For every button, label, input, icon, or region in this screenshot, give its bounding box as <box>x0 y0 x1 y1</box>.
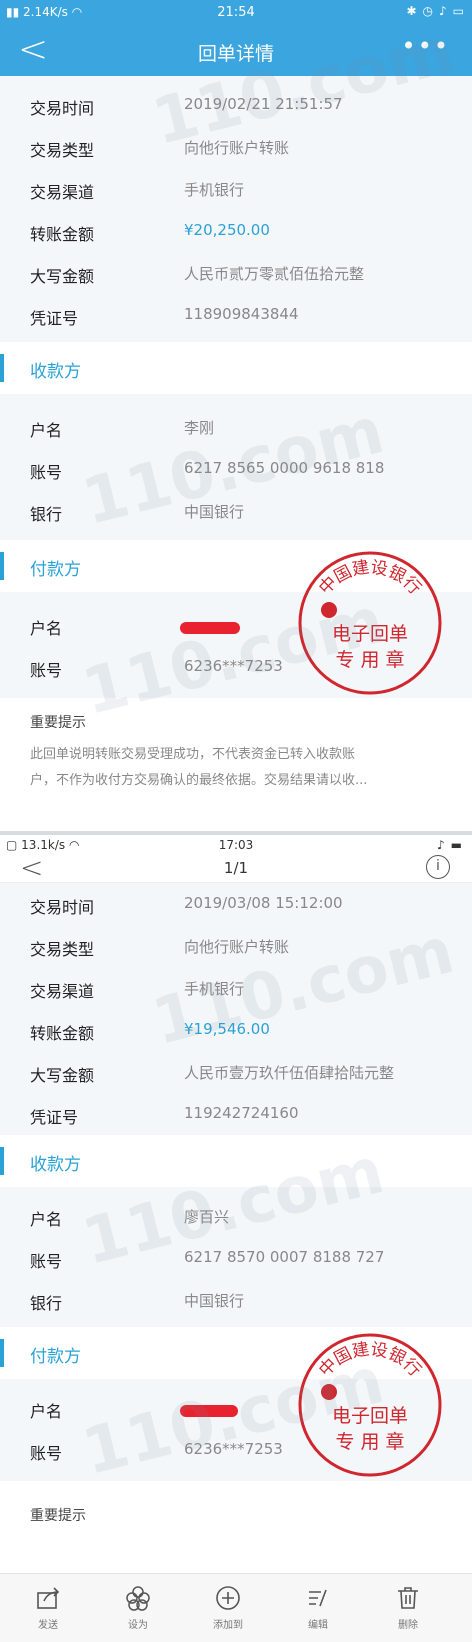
detail-row: 转账金额 ¥20,250.00 <box>30 221 270 244</box>
info-icon[interactable]: i <box>426 855 450 879</box>
mute-icon: ♪ <box>438 4 447 18</box>
more-icon[interactable]: ••• <box>402 32 450 60</box>
redaction-mark <box>180 1405 238 1417</box>
payee-section-header: 收款方 <box>0 342 472 394</box>
add-circle-icon <box>216 1586 240 1610</box>
detail-row: 交易渠道 手机银行 <box>30 181 245 202</box>
share-icon <box>37 1587 60 1609</box>
transfer-amount: ¥20,250.00 <box>184 221 270 239</box>
bottom-toolbar: 发送 设为 添加到 编辑 删除 <box>0 1573 472 1642</box>
svg-text:电子回单: 电子回单 <box>332 623 408 645</box>
detail-row: 凭证号 118909843844 <box>30 305 299 328</box>
set-as-button[interactable]: 设为 <box>108 1584 168 1631</box>
detail-row: 交易类型 向他行账户转账 <box>30 938 290 959</box>
detail-row: 大写金额 人民币贰万零贰佰伍拾元整 <box>30 265 365 286</box>
receipt-panel-1: 交易时间 2019/02/21 21:51:57 交易类型 向他行账户转账 交易渠道… <box>0 76 472 831</box>
detail-row: 凭证号 119242724160 <box>30 1104 299 1127</box>
page-counter: 1/1 <box>223 859 249 877</box>
detail-row: 大写金额 人民币壹万玖仟伍佰肆拾陆元整 <box>30 1064 395 1085</box>
alarm-icon: ◷ <box>422 4 433 18</box>
edit-button[interactable]: 编辑 <box>288 1584 348 1631</box>
detail-row: 户名 廖百兴 <box>30 1208 230 1229</box>
svg-text:专 用 章: 专 用 章 <box>335 649 404 671</box>
mute-icon: ♪ <box>436 838 445 852</box>
send-button[interactable]: 发送 <box>18 1584 78 1631</box>
status-bar-2: ▢ 13.1k/s ◠ 17:03 ♪ ▬ <box>0 835 472 855</box>
payee-section-header: 收款方 <box>0 1135 472 1187</box>
detail-row: 户名 李刚 <box>30 419 215 440</box>
detail-row: 交易类型 向他行账户转账 <box>30 139 290 160</box>
add-to-button[interactable]: 添加到 <box>198 1584 258 1631</box>
redaction-mark <box>180 622 240 634</box>
detail-row: 交易时间 2019/02/21 21:51:57 <box>30 95 343 118</box>
detail-row: 交易渠道 手机银行 <box>30 980 245 1001</box>
bank-seal-stamp: 中国建设银行 电子回单 专 用 章 <box>298 551 442 695</box>
svg-text:专 用 章: 专 用 章 <box>335 1431 404 1453</box>
detail-row: 银行 中国银行 <box>30 503 245 524</box>
svg-text:电子回单: 电子回单 <box>332 1405 408 1427</box>
trash-icon <box>398 1587 418 1609</box>
important-notice: 重要提示 此回单说明转账交易受理成功，不代表资金已转入收款账 户，不作为收付方交… <box>0 698 472 831</box>
clock: 21:54 <box>217 5 255 20</box>
bank-seal-stamp: 中国建设银行 电子回单 专 用 章 <box>298 1333 442 1477</box>
nav-bar-1: < 回单详情 ••• <box>0 26 472 76</box>
battery-icon: ▭ <box>452 4 464 18</box>
delete-button[interactable]: 删除 <box>378 1584 438 1631</box>
flower-icon <box>126 1586 150 1611</box>
status-bar-1: ▮▮ 2.14K/s ◠ 21:54 ✱ ◷ ♪ ▭ <box>0 0 472 26</box>
detail-row: 账号 6217 8570 0007 8188 727 <box>30 1248 385 1271</box>
detail-row: 转账金额 ¥19,546.00 <box>30 1020 270 1043</box>
clock: 17:03 <box>218 838 254 852</box>
battery-icon: ▬ <box>450 838 462 852</box>
bluetooth-icon: ✱ <box>406 4 417 18</box>
detail-row: 账号 6217 8565 0000 9618 818 <box>30 459 385 482</box>
important-notice: 重要提示 <box>0 1481 472 1573</box>
detail-row: 银行 中国银行 <box>30 1292 245 1313</box>
nav-bar-2: < 1/1 i <box>0 851 472 884</box>
edit-icon <box>309 1589 327 1607</box>
transfer-amount: ¥19,546.00 <box>184 1020 270 1038</box>
detail-row: 交易时间 2019/03/08 15:12:00 <box>30 894 343 917</box>
